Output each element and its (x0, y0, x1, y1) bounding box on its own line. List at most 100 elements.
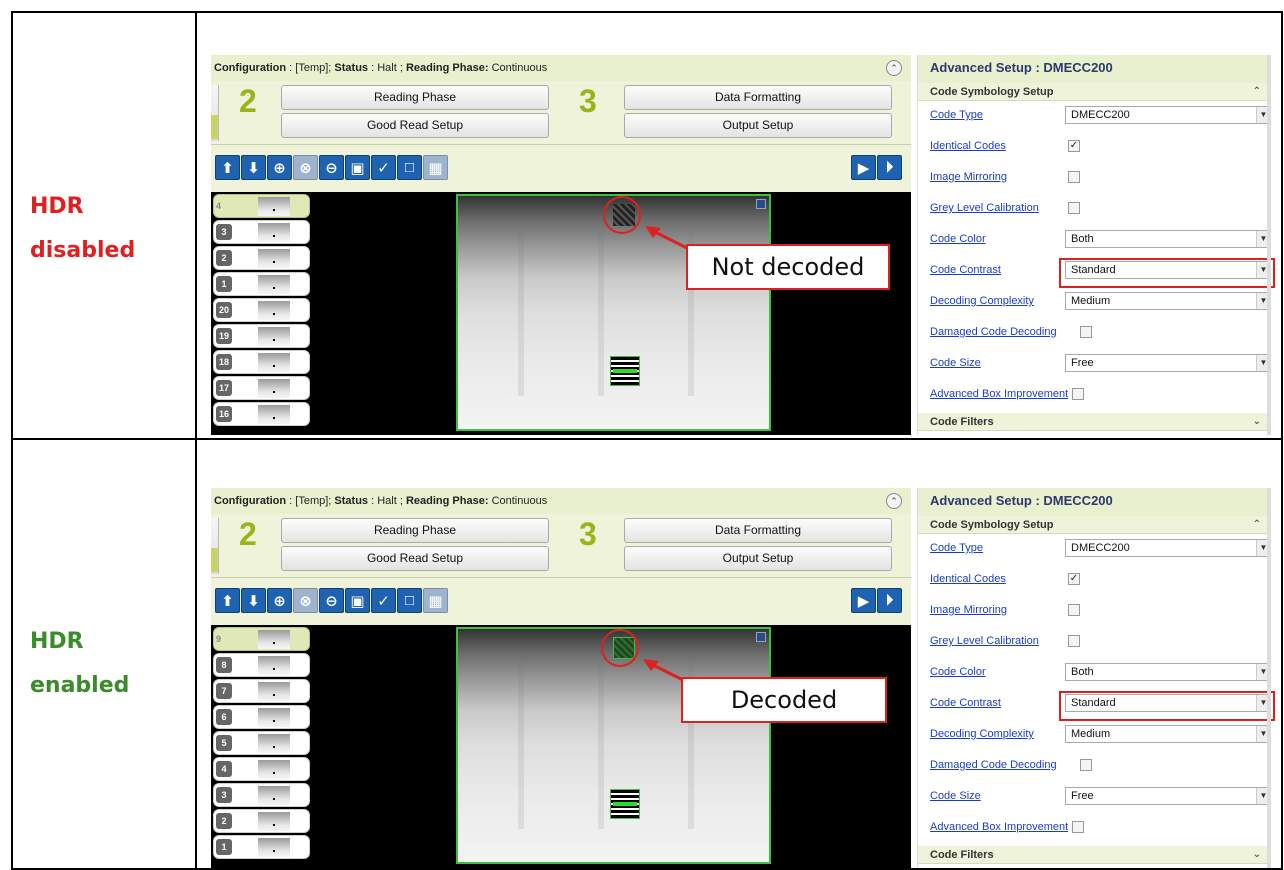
code-size-link[interactable]: Code Size (930, 790, 981, 802)
play-icon[interactable]: ▶ (851, 155, 876, 180)
zoom-reset-icon[interactable]: ⊗ (293, 588, 318, 613)
identical-codes-link[interactable]: Identical Codes (930, 573, 1006, 585)
code-type-link[interactable]: Code Type (930, 109, 983, 121)
history-item[interactable]: 17 (213, 376, 310, 400)
output-setup-button[interactable]: Output Setup (624, 546, 892, 571)
scrollbar[interactable] (1267, 55, 1271, 435)
grid-icon[interactable]: ▦ (423, 155, 448, 180)
zoom-out-icon[interactable]: ⊖ (319, 588, 344, 613)
good-read-setup-button[interactable]: Good Read Setup (281, 546, 549, 571)
advanced-box-link[interactable]: Advanced Box Improvement (930, 821, 1068, 833)
grey-level-link[interactable]: Grey Level Calibration (930, 202, 1039, 214)
check-icon[interactable]: ✓ (371, 155, 396, 180)
code-type-select[interactable]: DMECC200 ▼ (1065, 106, 1271, 124)
history-item[interactable]: 4 (213, 194, 310, 218)
code-filters-header[interactable]: Code Filters ⌄ (918, 846, 1271, 864)
decoding-complexity-link[interactable]: Decoding Complexity (930, 295, 1034, 307)
arrow-down-icon[interactable]: ⬇ (241, 155, 266, 180)
reading-phase-button[interactable]: Reading Phase (281, 518, 549, 543)
damaged-code-link[interactable]: Damaged Code Decoding (930, 326, 1057, 338)
arrow-up-icon[interactable]: ⬆ (215, 155, 240, 180)
history-item[interactable]: 19 (213, 324, 310, 348)
arrow-up-icon[interactable]: ⬆ (215, 588, 240, 613)
grey-level-link[interactable]: Grey Level Calibration (930, 635, 1039, 647)
step-forward-icon[interactable]: ⏵ (877, 588, 902, 613)
zoom-out-icon[interactable]: ⊖ (319, 155, 344, 180)
decoding-complexity-select[interactable]: Medium ▼ (1065, 292, 1271, 310)
reading-phase-button[interactable]: Reading Phase (281, 85, 549, 110)
identical-codes-link[interactable]: Identical Codes (930, 140, 1006, 152)
history-item[interactable]: 7 (213, 679, 310, 703)
code-size-link[interactable]: Code Size (930, 357, 981, 369)
play-icon[interactable]: ▶ (851, 588, 876, 613)
code-size-select[interactable]: Free ▼ (1065, 354, 1271, 372)
advanced-box-link[interactable]: Advanced Box Improvement (930, 388, 1068, 400)
advanced-box-checkbox[interactable] (1072, 821, 1084, 833)
damaged-code-checkbox[interactable] (1080, 759, 1092, 771)
step-previous-tab[interactable] (211, 85, 219, 141)
data-formatting-button[interactable]: Data Formatting (624, 518, 892, 543)
code-size-select[interactable]: Free ▼ (1065, 787, 1271, 805)
decoding-complexity-link[interactable]: Decoding Complexity (930, 728, 1034, 740)
step-forward-icon[interactable]: ⏵ (877, 155, 902, 180)
scrollbar[interactable] (1267, 488, 1271, 868)
damaged-code-link[interactable]: Damaged Code Decoding (930, 759, 1057, 771)
code-filters-header[interactable]: Code Filters ⌄ (918, 413, 1271, 431)
grid-icon[interactable]: ▦ (423, 588, 448, 613)
history-item[interactable]: 9 (213, 627, 310, 651)
history-item[interactable]: 4 (213, 757, 310, 781)
history-item[interactable]: 8 (213, 653, 310, 677)
code-contrast-link[interactable]: Code Contrast (930, 697, 1001, 709)
good-read-setup-button[interactable]: Good Read Setup (281, 113, 549, 138)
code-color-link[interactable]: Code Color (930, 666, 986, 678)
identical-codes-checkbox[interactable]: ✓ (1068, 140, 1080, 152)
history-item[interactable]: 3 (213, 220, 310, 244)
hdr-label-line2: disabled (30, 238, 136, 263)
code-color-link[interactable]: Code Color (930, 233, 986, 245)
grey-level-checkbox[interactable] (1068, 202, 1080, 214)
history-item[interactable]: 2 (213, 246, 310, 270)
output-setup-button[interactable]: Output Setup (624, 113, 892, 138)
code-color-select[interactable]: Both ▼ (1065, 230, 1271, 248)
code-contrast-link[interactable]: Code Contrast (930, 264, 1001, 276)
frame-icon[interactable]: □ (397, 155, 422, 180)
save-images-icon[interactable]: ▣ (345, 155, 370, 180)
collapse-up-icon[interactable]: ⌃ (886, 60, 902, 76)
code-symbology-header[interactable]: Code Symbology Setup ⌃ (918, 516, 1271, 534)
zoom-in-icon[interactable]: ⊕ (267, 588, 292, 613)
code-color-select[interactable]: Both ▼ (1065, 663, 1271, 681)
decoding-complexity-select[interactable]: Medium ▼ (1065, 725, 1271, 743)
code-type-link[interactable]: Code Type (930, 542, 983, 554)
check-icon[interactable]: ✓ (371, 588, 396, 613)
zoom-reset-icon[interactable]: ⊗ (293, 155, 318, 180)
history-item[interactable]: 1 (213, 835, 310, 859)
history-item[interactable]: 5 (213, 731, 310, 755)
config-label: Configuration (214, 495, 287, 507)
save-images-icon[interactable]: ▣ (345, 588, 370, 613)
history-item[interactable]: 20 (213, 298, 310, 322)
code-type-select[interactable]: DMECC200 ▼ (1065, 539, 1271, 557)
history-item[interactable]: 6 (213, 705, 310, 729)
grey-level-checkbox[interactable] (1068, 635, 1080, 647)
arrow-down-icon[interactable]: ⬇ (241, 588, 266, 613)
image-mirroring-checkbox[interactable] (1068, 171, 1080, 183)
code-symbology-header[interactable]: Code Symbology Setup ⌃ (918, 83, 1271, 101)
history-item[interactable]: 1 (213, 272, 310, 296)
history-item[interactable]: 18 (213, 350, 310, 374)
identical-codes-checkbox[interactable]: ✓ (1068, 573, 1080, 585)
frame-icon[interactable]: □ (397, 588, 422, 613)
history-item[interactable]: 3 (213, 783, 310, 807)
image-info-icon[interactable] (756, 199, 766, 209)
zoom-in-icon[interactable]: ⊕ (267, 155, 292, 180)
step-previous-tab[interactable] (211, 518, 219, 574)
image-mirroring-checkbox[interactable] (1068, 604, 1080, 616)
data-formatting-button[interactable]: Data Formatting (624, 85, 892, 110)
collapse-up-icon[interactable]: ⌃ (886, 493, 902, 509)
image-mirroring-link[interactable]: Image Mirroring (930, 171, 1007, 183)
history-item[interactable]: 2 (213, 809, 310, 833)
damaged-code-checkbox[interactable] (1080, 326, 1092, 338)
advanced-box-checkbox[interactable] (1072, 388, 1084, 400)
history-item[interactable]: 16 (213, 402, 310, 426)
image-info-icon[interactable] (756, 632, 766, 642)
image-mirroring-link[interactable]: Image Mirroring (930, 604, 1007, 616)
